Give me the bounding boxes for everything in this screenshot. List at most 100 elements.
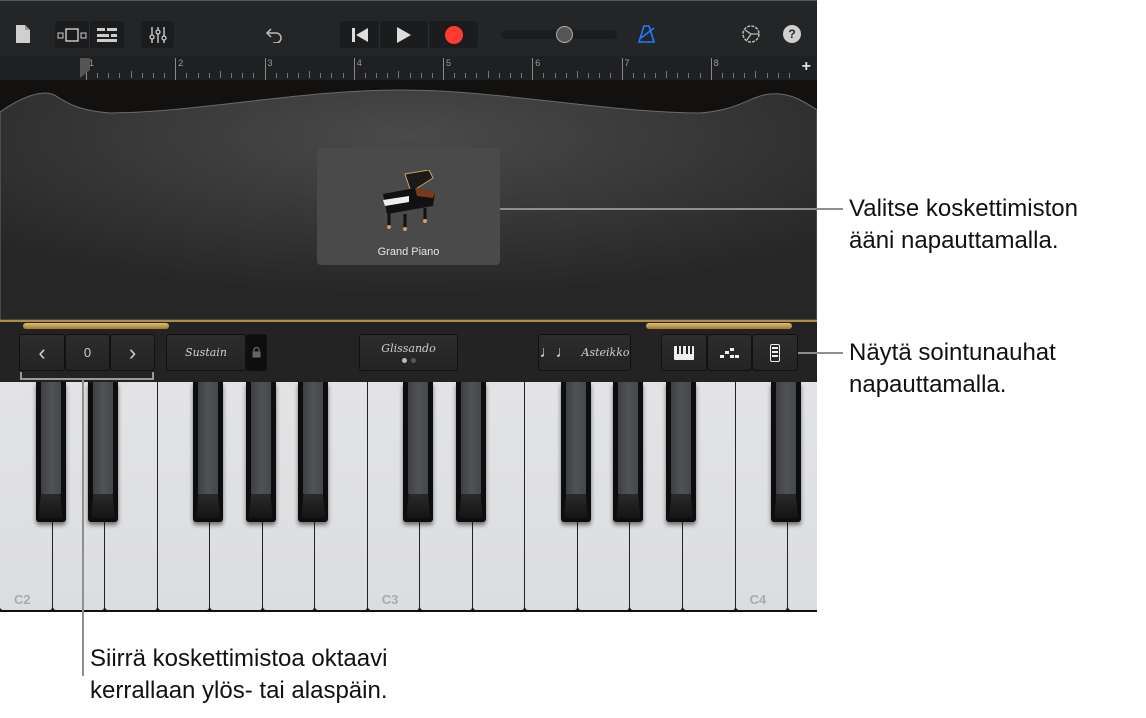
my-songs-button[interactable] [14,23,32,45]
chords-callout-line [798,352,843,354]
page-dot-active [401,358,407,363]
keyboard-icon [674,345,694,360]
add-section-button[interactable]: + [802,58,811,76]
black-key-a2-sharp[interactable] [298,382,329,522]
octave-value: 0 [65,334,110,371]
octave-up-button[interactable]: › [110,334,155,371]
ruler-tick [744,73,746,78]
hinge-right [646,323,792,329]
tracks-view-button[interactable] [90,21,125,48]
browser-view-button[interactable] [55,21,90,48]
ruler-tick [409,73,411,78]
octave-down-button[interactable]: ‹ [19,334,65,371]
scale-label: Asteikko [581,346,630,359]
sound-callout-line [500,208,843,210]
keyboard-mode-button[interactable] [661,334,707,371]
timeline-ruler[interactable]: 12345678 + [0,56,817,80]
metronome-button[interactable] [636,23,658,45]
black-key-d3-sharp[interactable] [455,382,486,522]
chords-callout-text: Näytä sointunauhat napauttamalla. [849,339,1056,398]
notes-icon: ♩♩ [539,343,572,361]
ruler-tick [164,73,166,78]
ruler-tick [666,71,668,78]
ruler-tick [253,73,255,78]
page-dot [410,358,416,363]
black-key-c4-sharp[interactable] [771,382,802,522]
volume-slider[interactable] [501,26,617,43]
ruler-tick [599,73,601,78]
ruler-tick [610,73,612,78]
ruler-tick [152,73,154,78]
ruler-tick [320,73,322,78]
skip-back-icon [351,27,368,42]
ruler-tick [543,73,545,78]
ruler-tick [387,73,389,78]
chevron-left-icon: ‹ [38,339,46,365]
glissando-page-dots [401,358,416,363]
mixer-button[interactable] [141,21,174,48]
black-key-d2-sharp[interactable] [88,382,119,522]
sustain-button[interactable]: Sustain [166,334,246,371]
arpeggiator-button[interactable] [707,334,752,371]
ruler-tick [297,73,299,78]
ruler-tick [197,73,199,78]
ruler-tick [342,73,344,78]
bar-line [532,58,534,80]
black-key-g2-sharp[interactable] [245,382,276,522]
view-toggle [55,21,124,48]
ruler-tick [777,73,779,78]
scale-button[interactable]: ♩♩ Asteikko [538,334,631,371]
settings-button[interactable] [740,23,762,45]
chord-strips-button[interactable] [752,334,798,371]
ruler-tick [130,71,132,78]
black-key-f3-sharp[interactable] [560,382,591,522]
sound-callout-text: Valitse koskettimiston ääni napauttamall… [849,195,1078,254]
undo-icon [265,28,282,43]
ruler-tick [242,73,244,78]
ruler-tick [376,73,378,78]
help-icon: ? [788,27,796,41]
settings-gear-icon [742,25,760,43]
go-to-start-button[interactable] [340,21,380,48]
black-key-c3-sharp[interactable] [403,382,434,522]
bar-number: 8 [713,58,719,68]
ruler-tick [231,73,233,78]
black-key-c2-sharp[interactable] [35,382,66,522]
play-button[interactable] [380,21,429,48]
key-label: C3 [381,592,399,607]
undo-button[interactable] [264,25,284,45]
instrument-selector-button[interactable]: Grand Piano [317,148,500,265]
ruler-tick [509,73,511,78]
document-icon [16,25,30,43]
playhead[interactable] [80,58,90,78]
ruler-tick [431,73,433,78]
ruler-tick [677,73,679,78]
lock-icon [252,347,261,358]
ruler-tick [632,73,634,78]
play-icon [397,26,411,43]
sustain-lock-button[interactable] [246,334,267,371]
glissando-button[interactable]: Glissando [359,334,458,371]
help-button[interactable]: ? [783,25,801,43]
record-button[interactable] [429,21,478,48]
volume-knob[interactable] [556,26,574,43]
bar-line [353,58,355,80]
bar-number: 2 [178,58,184,68]
black-key-a3-sharp[interactable] [666,382,697,522]
ruler-tick [309,71,311,78]
ruler-tick [755,71,757,78]
bar-number: 4 [356,58,362,68]
ruler-tick [219,71,221,78]
black-key-f2-sharp[interactable] [193,382,224,522]
ruler-tick [208,73,210,78]
ruler-tick [420,73,422,78]
ruler-tick [498,73,500,78]
bar-line [175,58,177,80]
black-key-g3-sharp[interactable] [613,382,644,522]
octave-value-text: 0 [83,345,92,360]
key-label: C4 [749,592,767,607]
bar-number: 3 [267,58,273,68]
ruler-tick [576,71,578,78]
ruler-tick [286,73,288,78]
ruler-tick [721,73,723,78]
